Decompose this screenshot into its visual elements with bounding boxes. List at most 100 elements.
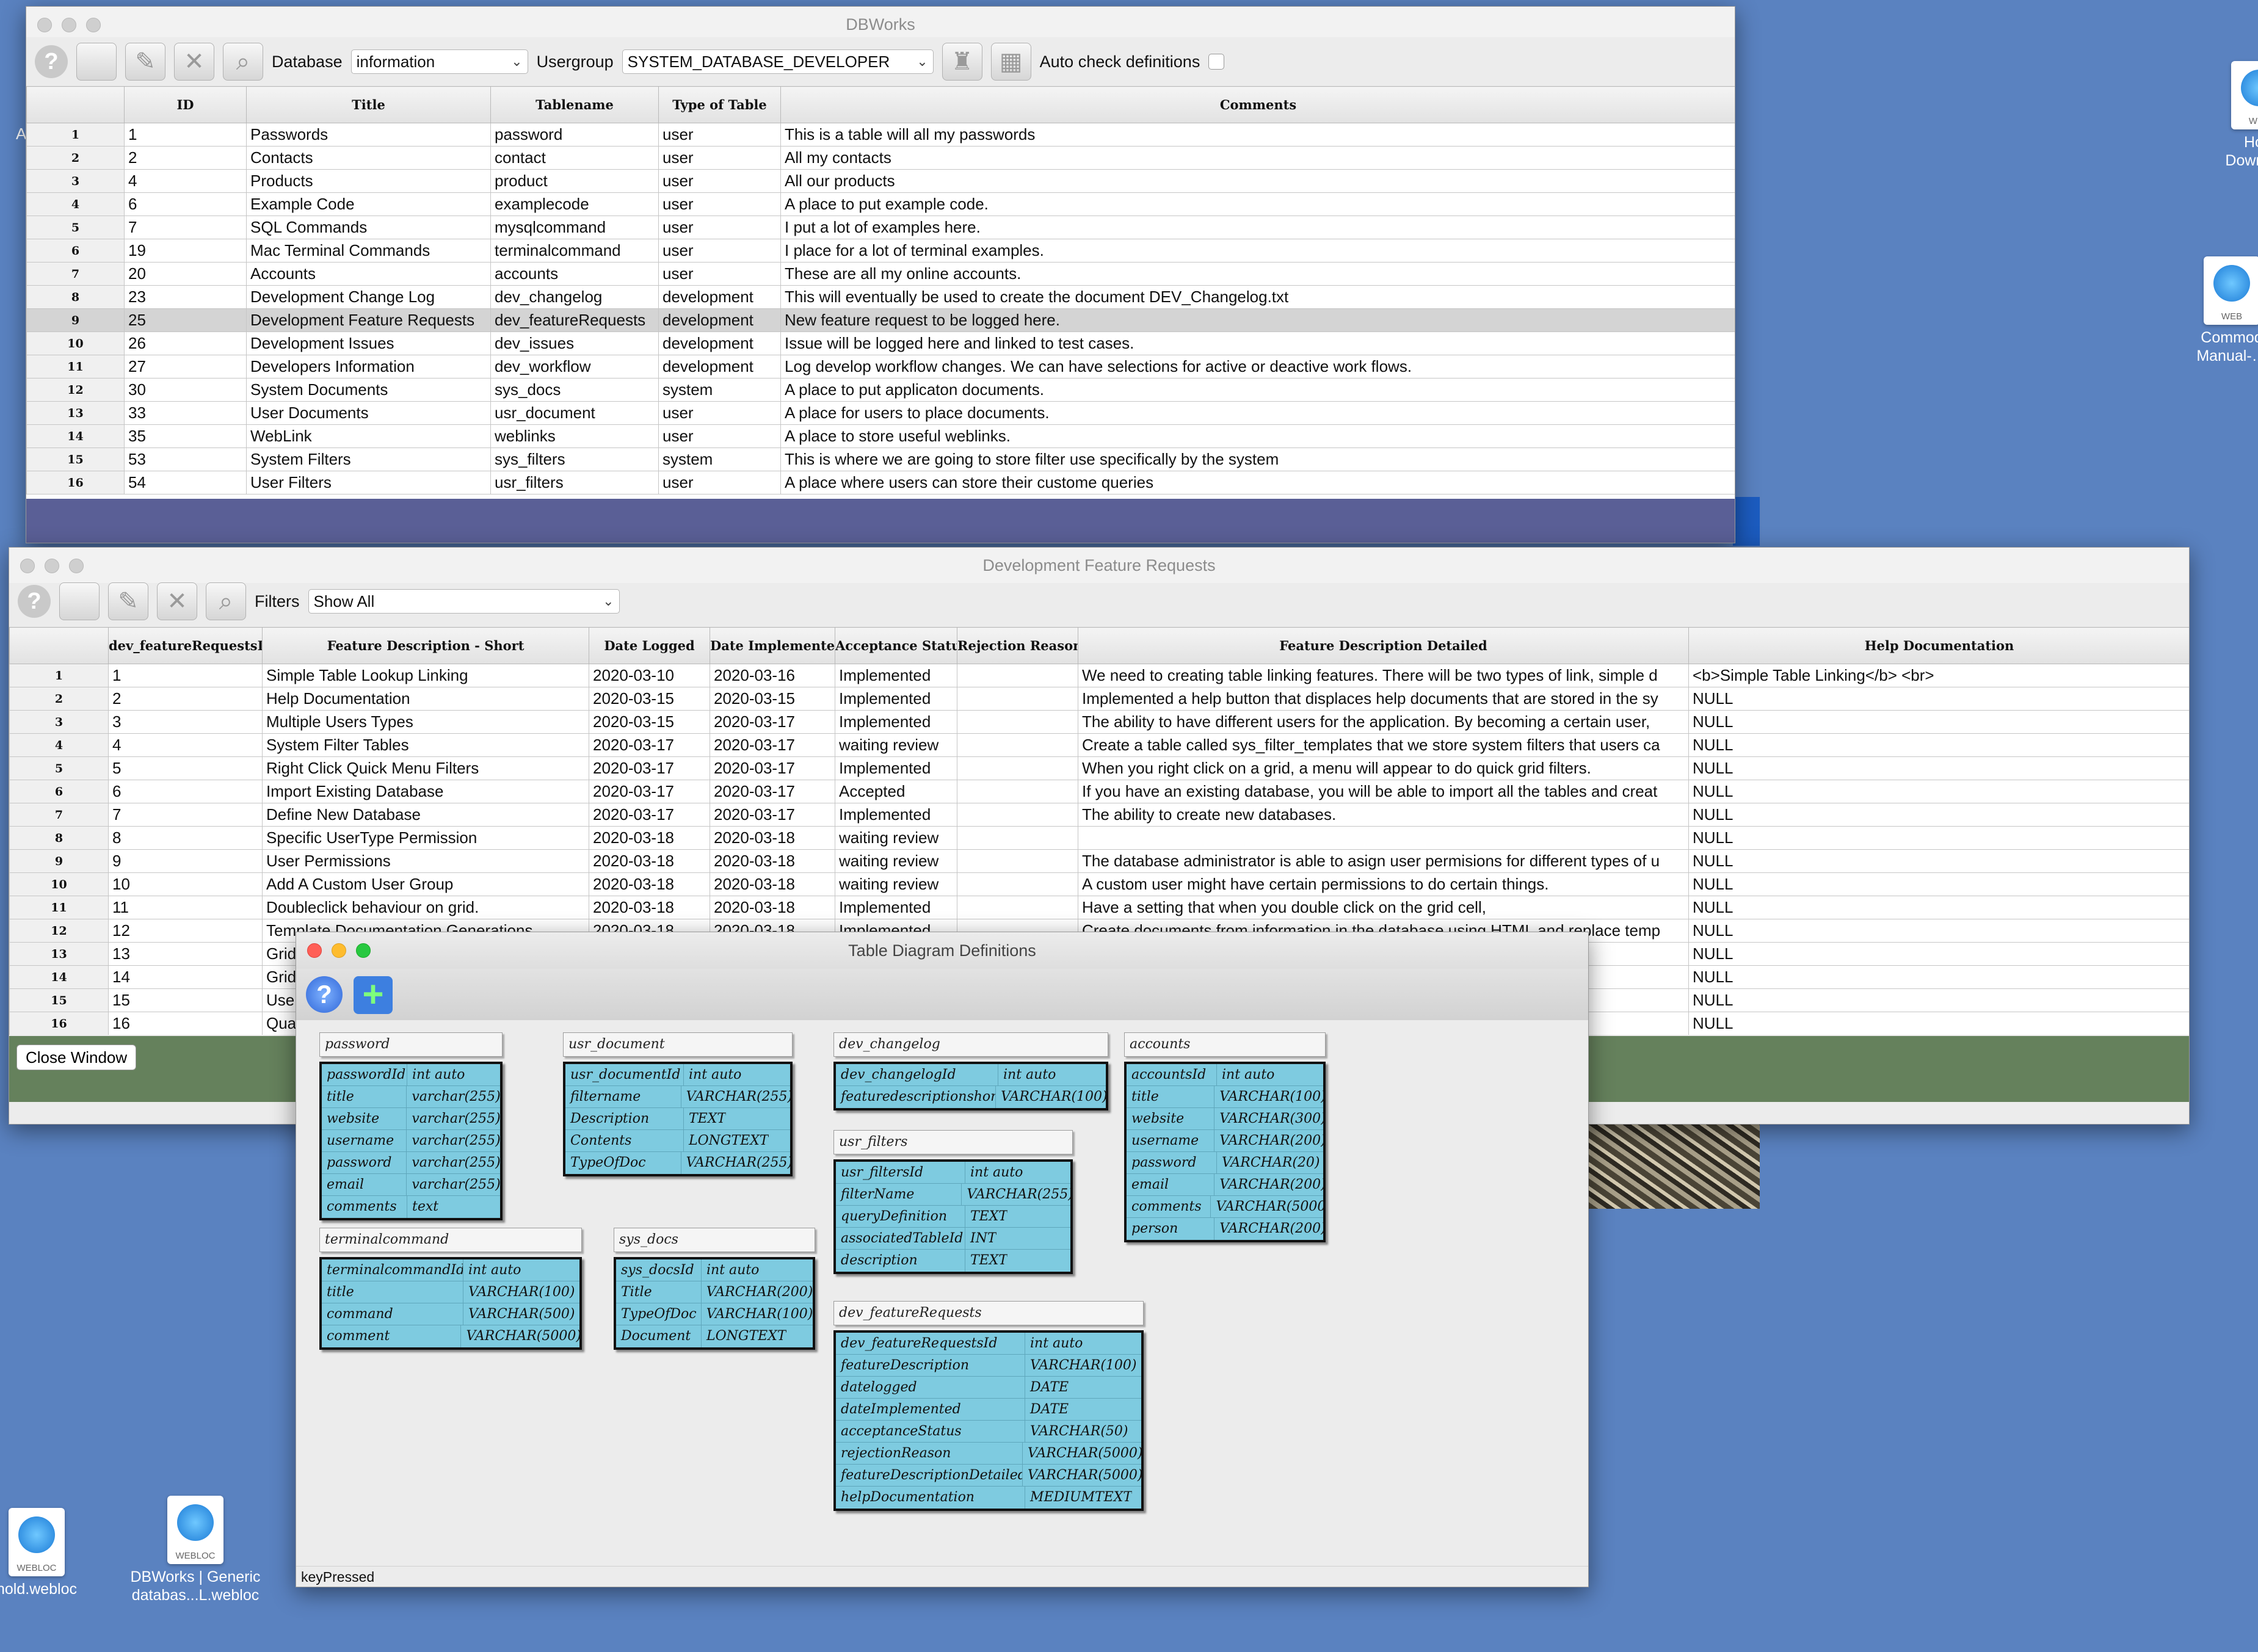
table-cell[interactable]: Implemented a help button that displaces… — [1078, 687, 1689, 711]
table-cell[interactable]: 2020-03-18 — [589, 872, 710, 896]
table-cell[interactable]: 1 — [108, 664, 263, 687]
grid-view-icon[interactable]: ▦ — [990, 43, 1031, 81]
filters-select[interactable]: Show All ⌄ — [308, 589, 620, 614]
table-cell[interactable]: user — [658, 216, 781, 239]
table-cell[interactable]: NULL — [1688, 896, 2189, 919]
table-cell[interactable]: NULL — [1688, 942, 2189, 966]
table-cell[interactable]: 2 — [124, 146, 247, 170]
table-cell[interactable]: 13 — [108, 942, 263, 966]
table-cell[interactable]: 7 — [108, 803, 263, 827]
column-header[interactable]: Feature Description Detailed — [1078, 627, 1689, 664]
table-cell[interactable]: 2020-03-18 — [710, 826, 835, 850]
column-header[interactable]: Acceptance Status — [835, 627, 957, 664]
delete-x-icon[interactable]: ✕ — [174, 43, 214, 81]
table-cell[interactable]: 23 — [124, 285, 247, 309]
table-cell[interactable]: dev_changelog — [490, 285, 659, 309]
entity-field-row[interactable]: featureDescription VARCHAR(100) — [836, 1355, 1141, 1377]
entity-field-row[interactable]: dev_changelogId int auto — [836, 1064, 1106, 1086]
table-cell[interactable]: 54 — [124, 471, 247, 495]
entity-field-row[interactable]: featureDescriptionDetailed VARCHAR(5000) — [836, 1465, 1141, 1487]
table-cell[interactable]: I put a lot of examples here. — [780, 216, 1735, 239]
row-number[interactable]: 11 — [9, 896, 109, 919]
table-cell[interactable]: user — [658, 239, 781, 263]
row-number[interactable]: 5 — [9, 756, 109, 780]
close-window-control[interactable] — [37, 18, 52, 32]
table-cell[interactable]: When you right click on a grid, a menu w… — [1078, 756, 1689, 780]
table-row[interactable]: 7 7 Define New Database 2020-03-17 2020-03-1… — [9, 803, 2189, 827]
row-number[interactable]: 14 — [9, 965, 109, 989]
table-row[interactable]: 3 4 Products product user All our products — [26, 169, 1735, 193]
table-cell[interactable]: Contacts — [246, 146, 491, 170]
table-cell[interactable]: 2020-03-17 — [589, 756, 710, 780]
entity-field-row[interactable]: sys_docsId int auto — [616, 1259, 813, 1281]
table-cell[interactable]: Log develop workflow changes. We can hav… — [780, 355, 1735, 379]
column-header[interactable]: Title — [246, 86, 491, 123]
table-cell[interactable]: 26 — [124, 331, 247, 355]
table-cell[interactable]: waiting review — [835, 872, 957, 896]
table-row[interactable]: 4 4 System Filter Tables 2020-03-17 2020-03-… — [9, 733, 2189, 757]
row-number[interactable]: 6 — [9, 780, 109, 803]
table-cell[interactable]: Right Click Quick Menu Filters — [262, 756, 589, 780]
lamp-icon[interactable]: ♜ — [942, 43, 982, 81]
table-cell[interactable]: waiting review — [835, 733, 957, 757]
entity-field-row[interactable]: acceptanceStatus VARCHAR(50) — [836, 1421, 1141, 1443]
table-cell[interactable] — [1078, 826, 1689, 850]
table-cell[interactable] — [957, 826, 1078, 850]
table-cell[interactable]: NULL — [1688, 1012, 2189, 1035]
table-cell[interactable]: product — [490, 169, 659, 193]
usergroup-select[interactable]: SYSTEM_DATABASE_DEVELOPER ⌄ — [622, 49, 934, 74]
table-cell[interactable]: Development Issues — [246, 331, 491, 355]
table-cell[interactable]: 5 — [108, 756, 263, 780]
table-cell[interactable]: 2020-03-17 — [710, 803, 835, 827]
entity-dev_featureRequests[interactable]: dev_featureRequests dev_featureRequestsId… — [833, 1301, 1144, 1511]
table-row[interactable]: 1 1 Simple Table Lookup Linking 2020-03-10 2… — [9, 664, 2189, 687]
table-cell[interactable]: 2020-03-18 — [710, 896, 835, 919]
table-cell[interactable]: 2020-03-16 — [710, 664, 835, 687]
table-cell[interactable]: 2020-03-17 — [589, 780, 710, 803]
table-cell[interactable]: 14 — [108, 965, 263, 989]
entity-field-row[interactable]: comments text — [322, 1196, 500, 1218]
minimize-window-control[interactable] — [62, 18, 76, 32]
table-cell[interactable]: System Documents — [246, 378, 491, 402]
table-cell[interactable]: Specific UserType Permission — [262, 826, 589, 850]
entity-dev_changelog[interactable]: dev_changelog dev_changelogId int auto feat… — [833, 1032, 1108, 1110]
entity-field-row[interactable]: accountsId int auto — [1127, 1064, 1323, 1086]
table-row[interactable]: 9 9 User Permissions 2020-03-18 2020-03-18 wa… — [9, 849, 2189, 873]
table-cell[interactable]: password — [490, 123, 659, 147]
row-number[interactable]: 7 — [26, 262, 125, 286]
table-cell[interactable]: Example Code — [246, 192, 491, 216]
table-cell[interactable]: 2020-03-17 — [710, 780, 835, 803]
table-cell[interactable]: 2020-03-18 — [589, 896, 710, 919]
table-cell[interactable]: 27 — [124, 355, 247, 379]
table-cell[interactable] — [957, 849, 1078, 873]
row-number[interactable]: 8 — [26, 285, 125, 309]
table-cell[interactable]: Create a table called sys_filter_templat… — [1078, 733, 1689, 757]
table-cell[interactable]: usr_filters — [490, 471, 659, 495]
entity-title[interactable]: accounts — [1124, 1032, 1326, 1057]
entity-field-row[interactable]: username VARCHAR(200) — [1127, 1130, 1323, 1152]
entity-title[interactable]: dev_changelog — [833, 1032, 1108, 1057]
table-cell[interactable]: 2020-03-17 — [710, 733, 835, 757]
entity-title[interactable]: terminalcommand — [319, 1228, 582, 1252]
close-window-button[interactable]: Close Window — [16, 1045, 137, 1070]
table-cell[interactable]: 2020-03-15 — [589, 710, 710, 734]
table-cell[interactable]: waiting review — [835, 826, 957, 850]
entity-field-row[interactable]: rejectionReason VARCHAR(5000) — [836, 1443, 1141, 1465]
column-header[interactable]: Date Logged — [589, 627, 710, 664]
table-cell[interactable]: Issue will be logged here and linked to … — [780, 331, 1735, 355]
table-cell[interactable]: user — [658, 401, 781, 425]
table-row[interactable]: 6 6 Import Existing Database 2020-03-17 2020… — [9, 780, 2189, 803]
desktop-icon-commodore[interactable]: WEB Commod Manual-… — [2180, 256, 2258, 365]
entity-field-row[interactable]: associatedTableId INT — [836, 1228, 1070, 1250]
entity-field-row[interactable]: comment VARCHAR(5000) — [322, 1325, 579, 1347]
entity-terminalcommand[interactable]: terminalcommand terminalcommandId int auto… — [319, 1228, 582, 1350]
table-cell[interactable]: 2020-03-10 — [589, 664, 710, 687]
edit-pencil-icon[interactable]: ✎ — [108, 582, 148, 620]
row-number[interactable]: 10 — [26, 331, 125, 355]
table-cell[interactable]: 6 — [108, 780, 263, 803]
entity-field-row[interactable]: title VARCHAR(100) — [1127, 1086, 1323, 1108]
help-icon[interactable]: ? — [306, 976, 343, 1013]
table-cell[interactable]: These are all my online accounts. — [780, 262, 1735, 286]
table-cell[interactable]: 20 — [124, 262, 247, 286]
entity-field-row[interactable]: command VARCHAR(500) — [322, 1303, 579, 1325]
